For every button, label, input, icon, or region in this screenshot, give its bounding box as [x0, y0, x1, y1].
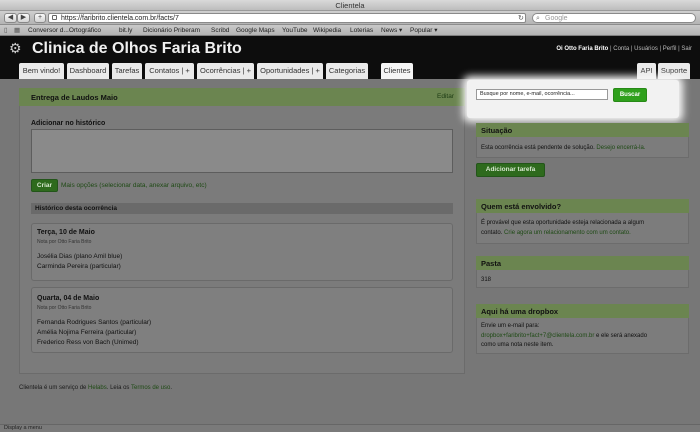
terms-link[interactable]: Termos de uso: [131, 385, 170, 391]
helabs-link[interactable]: Helabs: [88, 385, 107, 391]
add-task-button[interactable]: Adicionar tarefa: [476, 163, 545, 177]
tab-oportunidades[interactable]: Oportunidades | +: [257, 63, 323, 79]
dropbox-text: Envie um e-mail para:: [481, 323, 540, 329]
bookmark-item[interactable]: Google Maps: [236, 25, 275, 36]
sair-link[interactable]: Sair: [681, 46, 692, 52]
window-title: Clientela: [0, 0, 700, 11]
envolvido-text-2: contato. Crie agora um relacionamento co…: [481, 230, 631, 236]
tab-bem-vindo[interactable]: Bem vindo!: [19, 63, 64, 79]
app-title[interactable]: Clinica de Olhos Faria Brito: [32, 40, 242, 58]
more-options-link[interactable]: Mais opções (selecionar data, anexar arq…: [61, 182, 207, 189]
tab-dashboard[interactable]: Dashboard: [67, 63, 109, 79]
browser-search-placeholder: Google: [545, 15, 568, 22]
gear-icon: ⚙: [9, 40, 22, 56]
edit-link[interactable]: Editar: [437, 93, 454, 100]
tab-suporte[interactable]: Suporte: [658, 63, 690, 79]
tab-ocorrencias[interactable]: Ocorrências | +: [197, 63, 254, 79]
bookmark-item[interactable]: Wikipedia: [313, 25, 341, 36]
entry-date: Quarta, 04 de Maio: [37, 295, 100, 302]
entry-date: Terça, 10 de Maio: [37, 229, 95, 236]
perfil-link[interactable]: Perfil: [663, 46, 677, 52]
tab-clientes[interactable]: Clientes: [381, 63, 413, 79]
situacao-status: Esta ocorrência está pendente de solução…: [481, 145, 595, 151]
tab-tarefas[interactable]: Tarefas: [112, 63, 142, 79]
dropbox-email-link[interactable]: dropbox+faribrito+fact+7@clientela.com.b…: [481, 333, 594, 339]
back-button[interactable]: ◀: [4, 13, 17, 23]
user-greeting: Oi Otto Faria Brito: [556, 46, 609, 52]
footer-middle: . Leia os: [106, 385, 130, 391]
situacao-text: Esta ocorrência está pendente de solução…: [481, 145, 645, 151]
tab-api[interactable]: API: [637, 63, 656, 79]
create-relationship-link[interactable]: Crie agora um relacionamento com um cont…: [504, 230, 631, 236]
entry-line: Fernanda Rodrigues Santos (particular): [37, 319, 152, 326]
bookmark-item[interactable]: YouTube: [282, 25, 308, 36]
pasta-header: [476, 256, 689, 270]
situacao-title: Situação: [481, 126, 513, 135]
envolvido-title: Quem está envolvido?: [481, 202, 562, 211]
pasta-title: Pasta: [481, 259, 502, 268]
footer: Clientela é um serviço de Helabs. Leia o…: [19, 385, 172, 391]
close-occurrence-link[interactable]: Desejo encerrá-la.: [596, 145, 645, 151]
entry-line: Frederico Ress von Bach (Unimed): [37, 339, 139, 346]
envolvido-contact: contato.: [481, 230, 503, 236]
bookmark-item[interactable]: Conversor d...Ortográfico: [28, 25, 101, 36]
search-input[interactable]: Busque por nome, e-mail, ocorrência...: [476, 89, 608, 100]
bookmark-item[interactable]: bit.ly: [119, 25, 132, 36]
usuarios-link[interactable]: Usuários: [634, 46, 658, 52]
entry-author: Nota por Otto Faria Brito: [37, 305, 92, 311]
entry-line: Carminda Pereira (particular): [37, 263, 121, 270]
bookmarks-bar: ▯ ▦ Conversor d...Ortográfico bit.ly Dic…: [0, 25, 700, 36]
tab-contatos[interactable]: Contatos | +: [145, 63, 194, 79]
dropbox-text-3: como uma nota neste item.: [481, 342, 554, 348]
entry-line: Amélia Nojima Ferreira (particular): [37, 329, 137, 336]
create-button[interactable]: Criar: [31, 179, 58, 192]
search-icon: ⌕: [536, 15, 540, 22]
conta-link[interactable]: Conta: [613, 46, 629, 52]
browser-toolbar: ◀ ▶ + https://faribrito.clientela.com.br…: [0, 11, 700, 25]
forward-button[interactable]: ▶: [17, 13, 30, 23]
reading-list-icon[interactable]: ▯: [4, 25, 8, 36]
add-history-label: Adicionar no histórico: [31, 120, 106, 127]
page-title: Entrega de Laudos Maio: [31, 93, 118, 102]
nav-tabs: Bem vindo! Dashboard Tarefas Contatos | …: [0, 63, 700, 79]
footer-prefix: Clientela é um serviço de: [19, 385, 87, 391]
bookmark-item[interactable]: Loterias: [350, 25, 373, 36]
pasta-value: 318: [481, 277, 492, 283]
footer-suffix: .: [170, 385, 173, 391]
lock-icon: [52, 15, 57, 20]
top-sites-icon[interactable]: ▦: [14, 25, 20, 36]
dropbox-email-line: dropbox+faribrito+fact+7@clientela.com.b…: [481, 333, 647, 339]
browser-search-input[interactable]: ⌕ Google: [532, 13, 696, 23]
history-textarea[interactable]: [31, 129, 453, 173]
reload-icon[interactable]: ↻: [518, 14, 524, 22]
tab-categorias[interactable]: Categorias: [326, 63, 368, 79]
history-title: Histórico desta ocorrência: [35, 205, 117, 212]
user-links: Oi Otto Faria Brito | Conta | Usuários |…: [556, 46, 692, 52]
bookmark-item[interactable]: News ▾: [381, 25, 402, 36]
entry-author: Nota por Otto Faria Brito: [37, 239, 92, 245]
dropbox-title: Aqui há uma dropbox: [481, 307, 559, 316]
search-button[interactable]: Buscar: [613, 88, 647, 102]
dropbox-text-2: e ele será anexado: [596, 333, 648, 339]
bookmark-item[interactable]: Scribd: [211, 25, 229, 36]
bookmark-item[interactable]: Dicionário Priberam: [143, 25, 200, 36]
url-field[interactable]: https://faribrito.clientela.com.br/facts…: [48, 13, 526, 23]
bookmark-item[interactable]: Popular ▾: [410, 25, 437, 36]
status-bar: Display a menu: [0, 424, 700, 432]
add-bookmark-button[interactable]: +: [34, 13, 46, 23]
envolvido-text: É provável que esta oportunidade esteja …: [481, 220, 645, 226]
entry-line: Josélia Dias (plano Amil blue): [37, 253, 123, 260]
